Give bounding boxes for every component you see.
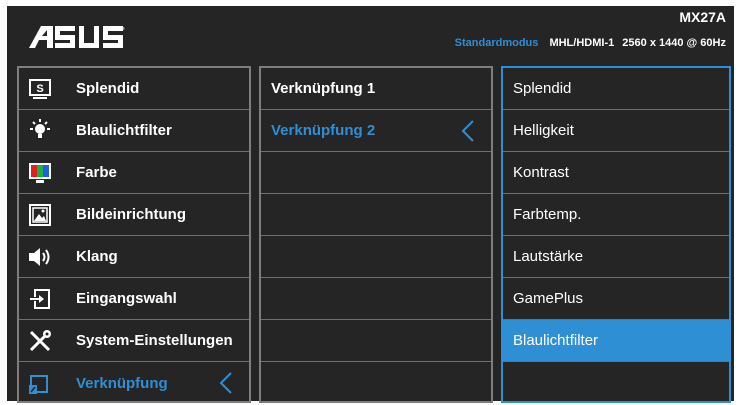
svg-text:®: ® xyxy=(122,26,125,31)
option-splendid[interactable]: Splendid xyxy=(503,68,729,110)
menu-item-system-einstellungen[interactable]: System-Einstellungen xyxy=(19,320,249,362)
input-label: MHL/HDMI-1 xyxy=(549,37,615,49)
option-label: Helligkeit xyxy=(513,122,574,139)
osd-menu: ® MX27A Standardmodus MHL/HDMI-1 2560 x … xyxy=(7,6,734,403)
menu-item-label: Farbe xyxy=(76,164,117,181)
menu-item-label: Eingangswahl xyxy=(76,290,177,307)
submenu-empty-row xyxy=(261,152,491,194)
tools-icon xyxy=(28,329,52,353)
menu-item-label: Klang xyxy=(76,248,118,265)
option-label: Splendid xyxy=(513,80,572,97)
submenu-empty-row xyxy=(261,236,491,278)
option-list: Splendid Helligkeit Kontrast Farbtemp. L… xyxy=(501,66,731,403)
input-icon xyxy=(28,287,52,311)
option-label: Kontrast xyxy=(513,164,569,181)
menu-item-label: System-Einstellungen xyxy=(76,332,233,349)
menu-item-eingangswahl[interactable]: Eingangswahl xyxy=(19,278,249,320)
color-icon xyxy=(28,161,52,185)
menu-item-label: Bildeinrichtung xyxy=(76,206,186,223)
menu-item-label: Blaulichtfilter xyxy=(76,122,172,139)
option-helligkeit[interactable]: Helligkeit xyxy=(503,110,729,152)
main-menu: S Splendid Blaulichtfilter Farbe Bildein… xyxy=(17,66,251,403)
option-label: GamePlus xyxy=(513,290,584,307)
menu-item-verknuepfung[interactable]: Verknüpfung xyxy=(19,362,249,404)
shortcut-icon xyxy=(28,371,52,395)
option-farbtemp[interactable]: Farbtemp. xyxy=(503,194,729,236)
bulb-icon xyxy=(28,118,52,143)
option-empty-row xyxy=(503,362,729,404)
option-label: Lautstärke xyxy=(513,248,584,265)
menu-item-farbe[interactable]: Farbe xyxy=(19,152,249,194)
menu-item-label: Splendid xyxy=(76,80,140,97)
option-kontrast[interactable]: Kontrast xyxy=(503,152,729,194)
model-name: MX27A xyxy=(679,9,726,25)
chevron-left-icon xyxy=(461,120,474,142)
menu-item-label: Verknüpfung xyxy=(76,374,168,392)
submenu-empty-row xyxy=(261,362,491,404)
menu-item-bildeinrichtung[interactable]: Bildeinrichtung xyxy=(19,194,249,236)
svg-text:S: S xyxy=(36,83,43,95)
menu-item-blaulichtfilter[interactable]: Blaulichtfilter xyxy=(19,110,249,152)
resolution-label: 2560 x 1440 @ 60Hz xyxy=(622,37,726,49)
option-label: Blaulichtfilter xyxy=(513,332,599,349)
submenu-item-verknuepfung-2[interactable]: Verknüpfung 2 xyxy=(261,110,491,152)
status-line: Standardmodus MHL/HDMI-1 2560 x 1440 @ 6… xyxy=(455,37,726,49)
mode-label: Standardmodus xyxy=(454,37,539,49)
menu-item-klang[interactable]: Klang xyxy=(19,236,249,278)
asus-logo: ® xyxy=(29,26,125,48)
option-lautstaerke[interactable]: Lautstärke xyxy=(503,236,729,278)
option-blaulichtfilter[interactable]: Blaulichtfilter xyxy=(503,320,729,362)
submenu-empty-row xyxy=(261,320,491,362)
option-label: Farbtemp. xyxy=(513,206,582,223)
splendid-icon: S xyxy=(28,77,52,101)
submenu-empty-row xyxy=(261,278,491,320)
submenu-item-label: Verknüpfung 2 xyxy=(271,122,376,139)
image-icon xyxy=(28,203,52,227)
menu-item-splendid[interactable]: S Splendid xyxy=(19,68,249,110)
speaker-icon xyxy=(28,245,52,269)
option-gameplus[interactable]: GamePlus xyxy=(503,278,729,320)
sub-menu: Verknüpfung 1 Verknüpfung 2 xyxy=(259,66,493,403)
submenu-item-verknuepfung-1[interactable]: Verknüpfung 1 xyxy=(261,68,491,110)
submenu-item-label: Verknüpfung 1 xyxy=(271,80,376,97)
chevron-left-icon xyxy=(219,372,232,394)
submenu-empty-row xyxy=(261,194,491,236)
